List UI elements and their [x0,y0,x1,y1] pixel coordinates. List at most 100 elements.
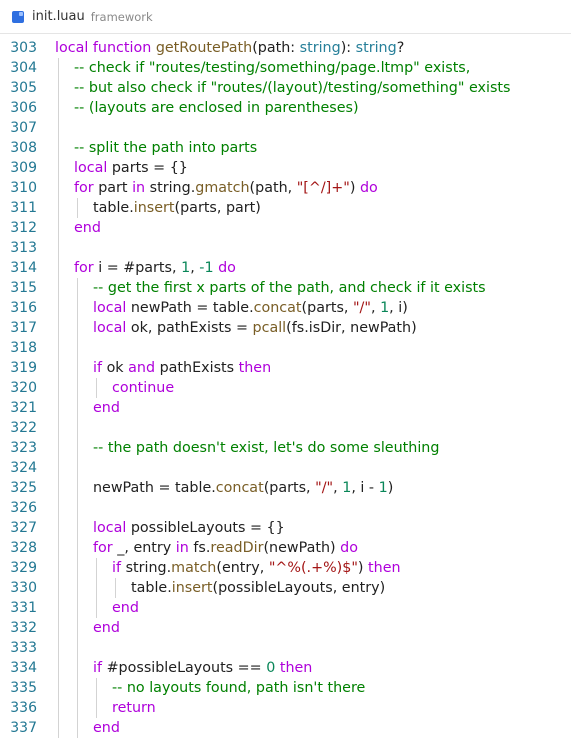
indent-guide [58,638,59,658]
code-line[interactable]: 334 if #possibleLayouts == 0 then [0,658,571,678]
indent-guide [58,418,59,438]
code-text: -- (layouts are enclosed in parentheses) [74,98,359,118]
indent-guide [58,598,59,618]
code-token: _, entry [117,540,176,556]
indent-guide [58,258,59,278]
code-text: local parts = {} [74,158,188,178]
code-line[interactable]: 330 table.insert(possibleLayouts, entry) [0,578,571,598]
code-line[interactable]: 306 -- (layouts are enclosed in parenthes… [0,98,571,118]
indent-guide [58,398,59,418]
indent-guide [58,498,59,518]
code-line[interactable]: 333 [0,638,571,658]
code-token: pcall [252,320,287,336]
code-token: end [74,220,101,236]
code-token: "^%(.+%)$" [268,560,358,576]
code-line[interactable]: 336 return [0,698,571,718]
indent-guide [77,538,78,558]
indent-guide [77,518,78,538]
code-text: local possibleLayouts = {} [93,518,285,538]
code-text: for _, entry in fs.readDir(newPath) do [93,538,358,558]
code-line[interactable]: 328 for _, entry in fs.readDir(newPath) d… [0,538,571,558]
indent-guide [58,218,59,238]
code-line[interactable]: 320 continue [0,378,571,398]
code-line[interactable]: 324 [0,458,571,478]
code-line[interactable]: 305 -- but also check if "routes/(layout)… [0,78,571,98]
code-line[interactable]: 325 newPath = table.concat(parts, "/", 1,… [0,478,571,498]
code-token: table. [131,580,172,596]
code-token: if [112,560,126,576]
line-number: 303 [10,40,37,56]
code-line[interactable]: 332 end [0,618,571,638]
code-line[interactable]: 308 -- split the path into parts [0,138,571,158]
line-number: 331 [10,600,37,616]
indent-guide [77,398,78,418]
code-token: local [93,320,131,336]
indent-guide [77,378,78,398]
code-line[interactable]: 312 end [0,218,571,238]
code-line[interactable]: 327 local possibleLayouts = {} [0,518,571,538]
indent-guide [96,578,97,598]
code-token: newPath = table. [130,300,254,316]
code-token: end [93,620,120,636]
code-token: fs. [193,540,211,556]
code-token: (parts, part) [174,200,261,216]
code-line[interactable]: 322 [0,418,571,438]
indent-guide [58,78,59,98]
editor-tab[interactable]: init.luau framework [0,0,571,34]
code-line[interactable]: 318 [0,338,571,358]
code-token: ) [349,180,360,196]
code-token: local [93,520,131,536]
code-token: then [238,360,272,376]
indent-guide [58,698,59,718]
line-number: 324 [10,460,37,476]
line-number: 332 [10,620,37,636]
code-token: -- check if "routes/testing/something/pa… [74,60,471,76]
code-line[interactable]: 314 for i = #parts, 1, -1 do [0,258,571,278]
code-line[interactable]: 317 local ok, pathExists = pcall(fs.isDir… [0,318,571,338]
code-editor[interactable]: 303 local function getRoutePath(path: str… [0,38,571,738]
code-line[interactable]: 315 -- get the first x parts of the path,… [0,278,571,298]
code-line[interactable]: 321 end [0,398,571,418]
code-line[interactable]: 331 end [0,598,571,618]
line-number: 325 [10,480,37,496]
line-number: 312 [10,220,37,236]
code-line[interactable]: 329 if string.match(entry, "^%(.+%)$") th… [0,558,571,578]
indent-guide [58,138,59,158]
code-text: if string.match(entry, "^%(.+%)$") then [112,558,401,578]
code-line[interactable]: 323 -- the path doesn't exist, let's do s… [0,438,571,458]
code-text: return [112,698,156,718]
luau-file-icon [12,10,24,23]
indent-guide [77,698,78,718]
line-number: 333 [10,640,37,656]
line-number: 314 [10,260,37,276]
indent-guide [77,458,78,478]
code-token: , [190,260,200,276]
line-number: 320 [10,380,37,396]
code-line[interactable]: 335 -- no layouts found, path isn't there [0,678,571,698]
code-line[interactable]: 319 if ok and pathExists then [0,358,571,378]
code-text: table.insert(parts, part) [93,198,261,218]
code-line[interactable]: 307 [0,118,571,138]
indent-guide [77,598,78,618]
code-token: -- the path doesn't exist, let's do some… [93,440,440,456]
code-token: do [359,180,378,196]
code-line[interactable]: 310 for part in string.gmatch(path, "[^/]… [0,178,571,198]
code-token: ? [396,40,405,56]
code-token: string [299,40,341,56]
code-line[interactable]: 311 table.insert(parts, part) [0,198,571,218]
code-line[interactable]: 326 [0,498,571,518]
indent-guide [96,698,97,718]
indent-guide [58,58,59,78]
code-line[interactable]: 316 local newPath = table.concat(parts, "… [0,298,571,318]
code-line[interactable]: 304 -- check if "routes/testing/something… [0,58,571,78]
indent-guide [58,198,59,218]
code-line[interactable]: 313 [0,238,571,258]
line-number: 323 [10,440,37,456]
code-line[interactable]: 303 local function getRoutePath(path: str… [0,38,571,58]
line-number: 308 [10,140,37,156]
code-token: 1 [378,480,388,496]
line-number: 315 [10,280,37,296]
code-token: if [93,360,107,376]
code-line[interactable]: 309 local parts = {} [0,158,571,178]
code-line[interactable]: 337 end [0,718,571,738]
